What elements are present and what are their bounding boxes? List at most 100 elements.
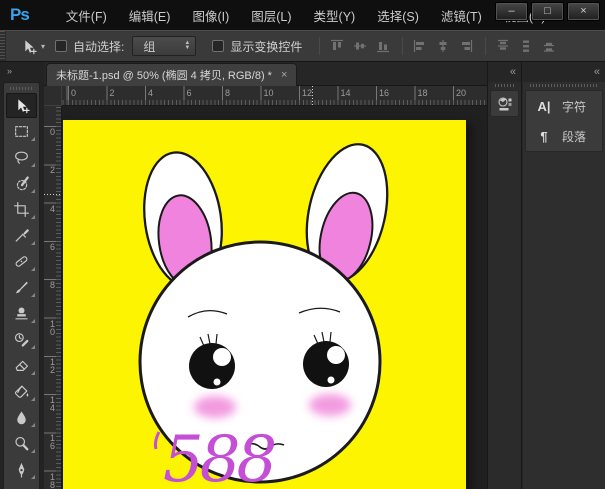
v-ruler-label: 6 [44, 243, 61, 251]
paint-bucket-tool[interactable] [6, 379, 37, 404]
3d-materials-icon [497, 96, 513, 112]
ruler-corner [44, 86, 62, 106]
collapse-panels-icon[interactable]: « [594, 67, 600, 77]
rectangular-marquee-tool[interactable] [6, 119, 37, 144]
maximize-button[interactable]: □ [531, 2, 564, 21]
tool-preset-caret-icon[interactable]: ▾ [41, 42, 45, 51]
rabbit-right-eye [303, 341, 349, 387]
distribute-top-icon[interactable] [495, 38, 511, 54]
h-ruler-label: 16 [379, 88, 389, 98]
align-bottom-edges-icon[interactable] [375, 38, 391, 54]
align-vertical-centers-icon[interactable] [352, 38, 368, 54]
paragraph-panel-button[interactable]: ¶ 段落 [526, 121, 602, 151]
history-brush-tool[interactable] [6, 327, 37, 352]
align-right-edges-icon[interactable] [458, 38, 474, 54]
icon-panel-column: « [488, 62, 522, 489]
options-bar-grip[interactable] [0, 31, 6, 61]
menu-item-edit[interactable]: 编辑(E) [118, 2, 182, 29]
panels-column-header: « [523, 62, 605, 82]
show-transform-checkbox[interactable] [212, 40, 224, 52]
menu-item-filter[interactable]: 滤镜(T) [430, 2, 493, 29]
watermark-text: 588 [163, 423, 275, 489]
paragraph-panel-icon: ¶ [535, 129, 553, 144]
vertical-ruler[interactable]: 024681 01 21 41 61 8 [44, 106, 62, 489]
h-ruler-label: 8 [225, 88, 230, 98]
align-centers-group [412, 38, 474, 54]
left-eye-highlight-small [214, 379, 221, 386]
document-tab[interactable]: 未标题-1.psd @ 50% (椭圆 4 拷贝, RGB/8) * × [46, 63, 297, 86]
align-left-edges-icon[interactable] [412, 38, 428, 54]
rabbit-drawing: 588 [63, 120, 466, 489]
clone-stamp-tool[interactable] [6, 301, 37, 326]
cursor-position-marker [312, 86, 313, 105]
panel-grip[interactable] [530, 84, 598, 87]
minimize-button[interactable]: – [495, 2, 528, 21]
left-eye-highlight [213, 348, 231, 366]
v-ruler-label: 1 6 [44, 434, 61, 450]
h-ruler-label: 4 [148, 88, 153, 98]
distribute-vertical-centers-icon[interactable] [518, 38, 534, 54]
tab-close-icon[interactable]: × [281, 69, 287, 81]
document-tab-title: 未标题-1.psd @ 50% (椭圆 4 拷贝, RGB/8) * [56, 67, 272, 83]
options-divider [485, 37, 486, 55]
pen-tool[interactable] [6, 457, 37, 482]
toolbox-grip[interactable] [10, 87, 33, 90]
eraser-tool[interactable] [6, 353, 37, 378]
v-ruler-label: 4 [44, 205, 61, 213]
document-tab-bar: 未标题-1.psd @ 50% (椭圆 4 拷贝, RGB/8) * × [44, 62, 487, 86]
options-divider [402, 37, 403, 55]
ruler-ticks [56, 106, 61, 489]
crop-tool[interactable] [6, 197, 37, 222]
menu-item-image[interactable]: 图像(I) [181, 2, 240, 29]
align-horizontal-centers-icon[interactable] [435, 38, 451, 54]
cursor-position-marker [44, 194, 61, 195]
lasso-tool[interactable] [6, 145, 37, 170]
horizontal-ruler[interactable]: 02468101214161820 [62, 86, 487, 106]
right-eye-highlight-small [328, 377, 335, 384]
menu-bar: 文件(F)编辑(E)图像(I)图层(L)类型(Y)选择(S)滤镜(T)视图(V) [55, 2, 557, 29]
panel-grip[interactable] [495, 84, 514, 87]
menu-item-type[interactable]: 类型(Y) [303, 2, 367, 29]
title-bar: Ps 文件(F)编辑(E)图像(I)图层(L)类型(Y)选择(S)滤镜(T)视图… [0, 0, 605, 30]
h-ruler-label: 12 [302, 88, 312, 98]
menu-item-layer[interactable]: 图层(L) [240, 2, 302, 29]
menu-item-file[interactable]: 文件(F) [55, 2, 118, 29]
eyedropper-tool[interactable] [6, 223, 37, 248]
photoshop-logo: Ps [10, 5, 29, 25]
distribute-bottom-icon[interactable] [541, 38, 557, 54]
character-panel-icon: A| [535, 99, 553, 114]
quick-selection-tool[interactable] [6, 171, 37, 196]
toolbox-panel [3, 82, 40, 489]
3d-materials-panel-button[interactable] [490, 90, 519, 117]
v-ruler-label: 1 8 [44, 473, 61, 489]
blur-tool[interactable] [6, 405, 37, 430]
spot-healing-brush-tool[interactable] [6, 249, 37, 274]
v-ruler-label: 1 2 [44, 358, 61, 374]
collapse-toolbar-icon[interactable]: » [7, 66, 11, 76]
h-ruler-label: 20 [456, 88, 466, 98]
v-ruler-label: 1 4 [44, 396, 61, 412]
collapse-panels-icon[interactable]: « [510, 67, 516, 77]
v-ruler-label: 0 [44, 128, 61, 136]
panel-list: A| 字符 ¶ 段落 [525, 90, 603, 152]
dodge-tool[interactable] [6, 431, 37, 456]
brush-tool[interactable] [6, 275, 37, 300]
menu-item-select[interactable]: 选择(S) [366, 2, 430, 29]
move-tool[interactable] [6, 93, 37, 118]
rabbit-left-eye [189, 343, 235, 389]
options-bar: ▾ 自动选择: 组 ▲▼ 显示变换控件 [0, 30, 605, 62]
right-panel-dock: « « A| 字符 [487, 62, 605, 489]
canvas-pasteboard: 588 [62, 106, 487, 489]
close-button[interactable]: × [567, 2, 600, 21]
auto-select-target-value: 组 [143, 38, 155, 55]
h-ruler-label: 2 [110, 88, 115, 98]
window-controls: –□× [492, 2, 600, 21]
h-ruler-label: 18 [418, 88, 428, 98]
document-canvas[interactable]: 588 [63, 120, 466, 489]
character-panel-button[interactable]: A| 字符 [526, 91, 602, 121]
auto-select-checkbox[interactable] [55, 40, 67, 52]
align-top-edges-icon[interactable] [329, 38, 345, 54]
auto-select-target-dropdown[interactable]: 组 ▲▼ [132, 36, 196, 56]
show-transform-label: 显示变换控件 [230, 38, 302, 55]
distribute-group [495, 38, 557, 54]
